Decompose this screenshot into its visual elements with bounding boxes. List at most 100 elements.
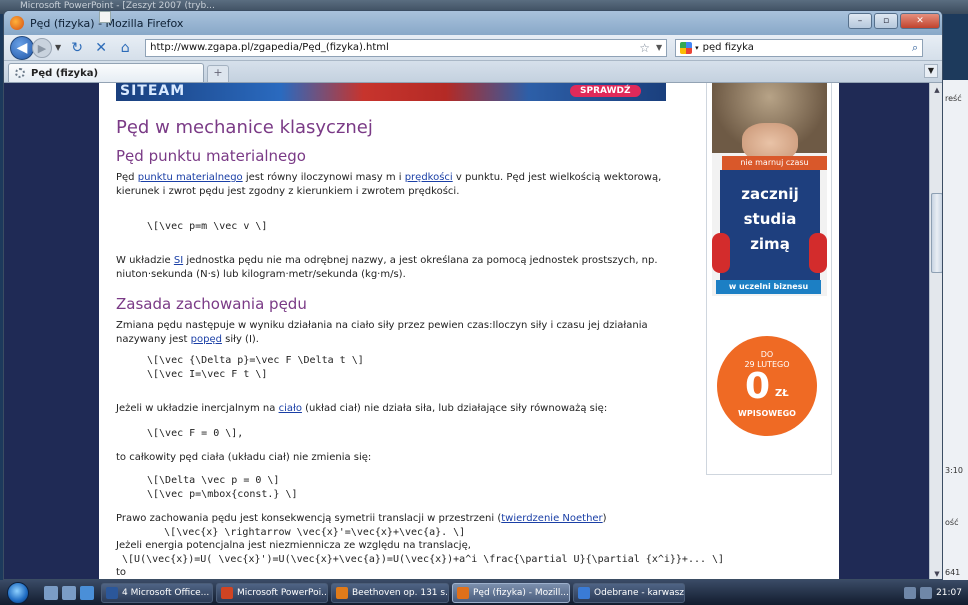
ad-tagline: nie marnuj czasu	[722, 156, 827, 170]
start-button[interactable]	[0, 580, 36, 605]
reload-icon[interactable]: ↻	[67, 40, 87, 56]
fee-ad-label: WPISOWEGO	[738, 409, 796, 418]
back-button[interactable]: ◀	[10, 35, 34, 60]
navigation-toolbar: ◀ ▶ ▼ ↻ ✕ ⌂ http://www.zgapa.pl/zgapedia…	[4, 11, 942, 61]
formula-delta-p-zero: \[\Delta \vec p = 0 \]	[147, 475, 280, 486]
paragraph-si-units: W układzie SI jednostka pędu nie ma odrę…	[116, 255, 658, 280]
ad-glove-right	[809, 233, 827, 273]
banner-ad[interactable]: SITEAM SPRAWDŹ	[116, 83, 666, 101]
url-text[interactable]: http://www.zgapa.pl/zgapedia/Pęd_(fizyka…	[150, 42, 389, 53]
mail-icon	[578, 586, 590, 599]
right-pane-text-1: reść	[945, 94, 962, 103]
bookmark-star-icon[interactable]: ☆	[639, 41, 650, 55]
word-icon	[106, 586, 118, 599]
switch-windows-icon[interactable]	[62, 585, 76, 600]
right-pane-text-2: 3:10	[945, 466, 963, 475]
heading-point-momentum: Pęd punktu materialnego	[116, 147, 306, 165]
close-button[interactable]: ✕	[900, 13, 940, 29]
page-content-area: SITEAM SPRAWDŹ Pęd w mechanice klasyczne…	[99, 83, 839, 579]
url-dropdown-icon[interactable]: ▼	[656, 43, 662, 52]
show-desktop-icon[interactable]	[44, 585, 58, 600]
history-dropdown-icon[interactable]: ▼	[55, 43, 61, 52]
paragraph-impulse: Zmiana pędu następuje w wyniku działania…	[116, 320, 648, 345]
firefox-icon	[10, 16, 24, 30]
tab-bar: Pęd (fizyka) + ▼	[4, 61, 942, 83]
banner-left-text: SITEAM	[120, 83, 186, 99]
network-icon[interactable]	[904, 586, 917, 599]
taskbar-item-beethoven[interactable]: Beethoven op. 131 s...	[331, 582, 449, 603]
firefox-window: Pęd (fizyka) - Mozilla Firefox – ▫ ✕ ◀ ▶…	[3, 10, 943, 580]
link-si[interactable]: SI	[174, 255, 183, 266]
background-right-pane: reść 3:10 ość 641	[940, 80, 968, 580]
link-cialo[interactable]: ciało	[279, 403, 302, 414]
formula-momentum: \[\vec p=m \vec v \]	[147, 221, 268, 232]
heading-conservation: Zasada zachowania pędu	[116, 295, 307, 313]
link-punktu-materialnego[interactable]: punktu materialnego	[138, 172, 243, 183]
paragraph-potential-energy: Jeżeli energia potencjalna jest niezmien…	[116, 540, 471, 551]
page-icon	[99, 11, 111, 23]
powerpoint-icon	[221, 586, 233, 599]
volume-icon[interactable]	[920, 586, 933, 599]
formula-translation: \[\vec{x} \rightarrow \vec{x}'=\vec{x}+\…	[116, 527, 466, 538]
scroll-down-icon[interactable]: ▼	[930, 567, 942, 579]
taskbar: 4 Microsoft Office... Microsoft PowerPoi…	[0, 580, 968, 605]
banner-button[interactable]: SPRAWDŹ	[570, 85, 641, 97]
link-predkosci[interactable]: prędkości	[405, 172, 453, 183]
search-bar[interactable]: ▾ pęd fizyka ⌕	[675, 38, 924, 57]
scrollbar-thumb[interactable]	[931, 193, 942, 273]
tab-label: Pęd (fizyka)	[31, 67, 99, 79]
search-text[interactable]: pęd fizyka	[703, 42, 754, 53]
ad-subline: w uczelni biznesu	[716, 280, 821, 294]
fee-ad-currency: ZŁ	[775, 388, 789, 399]
article-content: Pęd w mechanice klasycznej Pęd punktu ma…	[116, 117, 725, 579]
page-viewport: SITEAM SPRAWDŹ Pęd w mechanice klasyczne…	[4, 83, 929, 579]
sidebar-ad-column: nie marnuj czasu zacznij studia zimą w u…	[706, 83, 832, 475]
quick-launch	[44, 585, 98, 600]
formula-delta-p: \[\vec {\Delta p}=\vec F \Delta t \]	[147, 355, 364, 366]
home-icon[interactable]: ⌂	[115, 40, 135, 56]
stop-icon[interactable]: ✕	[91, 40, 111, 56]
search-icon[interactable]: ⌕	[912, 41, 918, 55]
loading-icon	[15, 68, 25, 78]
title-bar: Pęd (fizyka) - Mozilla Firefox – ▫ ✕	[4, 11, 942, 35]
formula-impulse: \[\vec I=\vec F t \]	[147, 369, 268, 380]
formula-p-const: \[\vec p=\mbox{const.} \]	[147, 489, 298, 500]
maximize-button[interactable]: ▫	[874, 13, 898, 29]
tab-list-arrow-icon[interactable]: ▼	[924, 64, 938, 78]
system-tray: 21:07	[898, 580, 968, 605]
minimize-button[interactable]: –	[848, 13, 872, 29]
link-poped[interactable]: popęd	[191, 334, 222, 345]
study-ad[interactable]: nie marnuj czasu zacznij studia zimą w u…	[712, 83, 827, 296]
heading-mechanics: Pęd w mechanice klasycznej	[116, 117, 373, 138]
right-pane-text-4: 641	[945, 568, 961, 577]
paragraph-definition: Pęd punktu materialnego jest równy ilocz…	[116, 172, 662, 197]
paragraph-inertial: Jeżeli w układzie inercjalnym na ciało (…	[116, 403, 608, 414]
firefox-task-icon	[457, 586, 469, 599]
paragraph-symmetry: Prawo zachowania pędu jest konsekwencją …	[116, 513, 607, 524]
vertical-scrollbar[interactable]: ▲ ▼	[929, 83, 942, 579]
windows-orb-icon[interactable]	[7, 581, 29, 604]
google-icon[interactable]	[680, 41, 693, 54]
link-twierdzenie-noether[interactable]: twierdzenie Noether	[501, 513, 602, 524]
fee-ad-zero: 0	[745, 366, 771, 407]
ad-glove-left	[712, 233, 730, 273]
clock[interactable]: 21:07	[936, 588, 962, 598]
url-bar[interactable]: http://www.zgapa.pl/zgapedia/Pęd_(fizyka…	[99, 11, 668, 57]
taskbar-item-ped-fizyka[interactable]: Pęd (fizyka) - Mozill...	[452, 582, 570, 603]
forward-button[interactable]: ▶	[32, 37, 52, 58]
paragraph-total-momentum: to całkowity pęd ciała (układu ciał) nie…	[116, 452, 372, 463]
new-tab-button[interactable]: +	[207, 65, 229, 82]
taskbar-item-odebrane[interactable]: Odebrane - karwasz...	[573, 582, 685, 603]
scroll-up-icon[interactable]: ▲	[930, 83, 942, 97]
taskbar-item-powerpoint[interactable]: Microsoft PowerPoi...	[216, 582, 328, 603]
ad-headline: zacznij studia zimą	[720, 170, 820, 280]
internet-explorer-icon[interactable]	[80, 585, 94, 600]
taskbar-item-office[interactable]: 4 Microsoft Office...	[101, 582, 213, 603]
tab-ped-fizyka[interactable]: Pęd (fizyka)	[8, 63, 204, 82]
formula-potential: \[U(\vec{x})=U( \vec{x}')=U(\vec{x}+\vec…	[116, 554, 725, 565]
right-pane-text-3: ość	[945, 518, 959, 527]
paragraph-to: to	[116, 567, 127, 578]
search-engine-dropdown-icon[interactable]: ▾	[695, 44, 699, 52]
fee-ad-circle[interactable]: DO 29 LUTEGO 0 ZŁ WPISOWEGO	[717, 336, 817, 436]
firefox-task-icon	[336, 586, 348, 599]
